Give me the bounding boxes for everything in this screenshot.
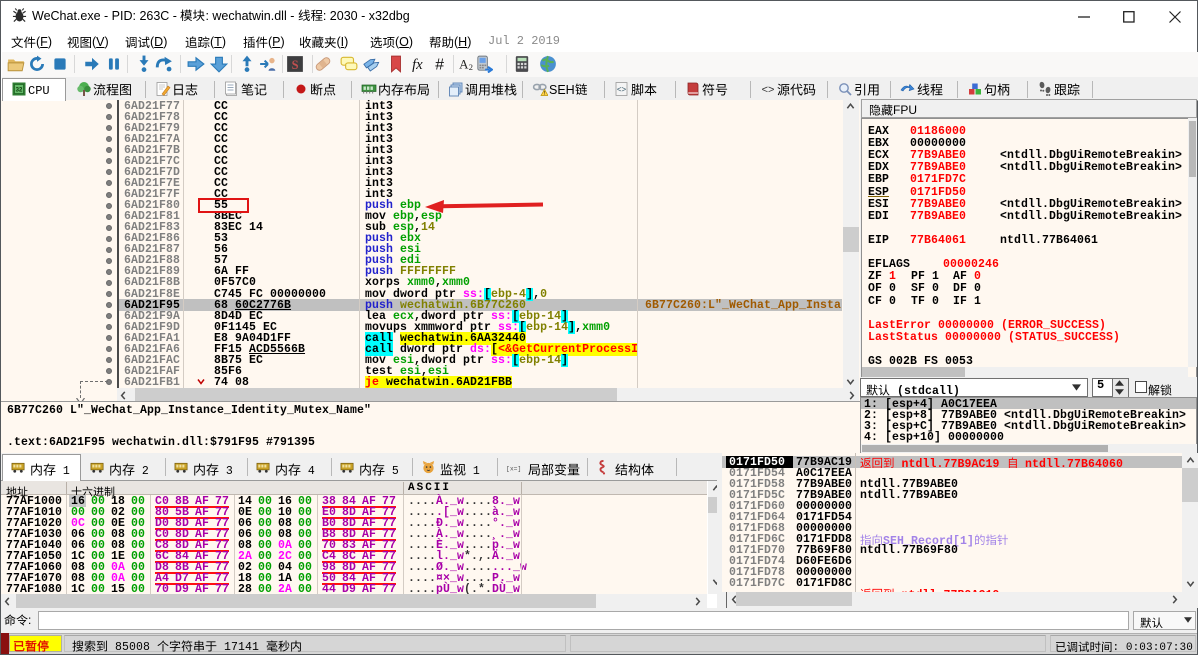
svg-text:[x=]: [x=] [506, 465, 521, 472]
svg-text:<>: <> [762, 84, 775, 96]
svg-text:<>: <> [617, 85, 627, 94]
svg-text:fx: fx [412, 57, 423, 73]
svg-text:A: A [459, 57, 469, 72]
svg-text:2: 2 [469, 62, 473, 72]
svg-text:#: # [435, 57, 444, 73]
svg-text:32: 32 [16, 88, 23, 94]
svg-text:S: S [292, 58, 299, 72]
